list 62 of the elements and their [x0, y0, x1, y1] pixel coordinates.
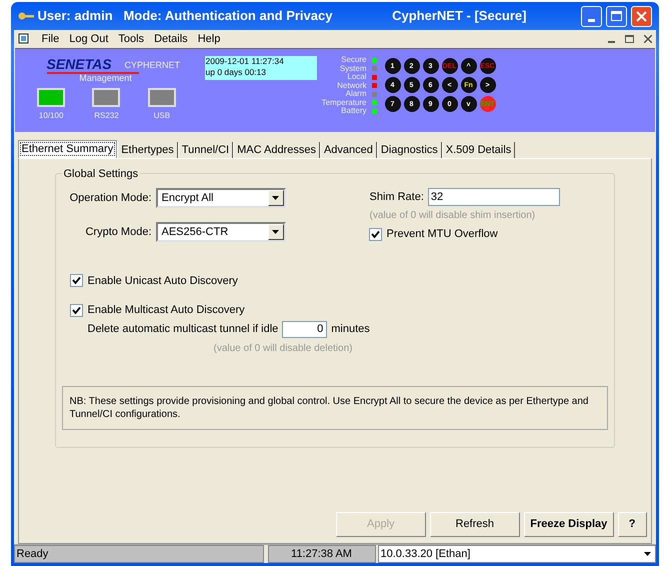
port-label: RS232 — [94, 110, 119, 122]
note-text: NB: These settings provide provisioning and global control. Use Encrypt All to secure the device as per Ethertype and Tunnel/CI configurations. — [70, 396, 588, 420]
port-label: 10/100 — [38, 110, 64, 122]
tab[interactable]: Tunnel/CI — [178, 142, 234, 158]
status-label: Temperature — [322, 98, 366, 107]
close-button[interactable] — [630, 6, 652, 26]
field-label: Crypto Mode: — [84, 224, 152, 240]
menu-item[interactable]: Log Out — [69, 30, 108, 48]
clock-text: up 0 days 00:13 — [206, 67, 267, 78]
device-dropdown[interactable]: 10.0.33.20 [Ethan] — [378, 545, 656, 563]
idle-minutes-field[interactable]: 0 — [282, 320, 328, 338]
checkbox-label: Prevent MTU Overflow — [386, 227, 498, 242]
checkbox-label: Enable Unicast Auto Discovery — [88, 274, 238, 288]
tab[interactable]: Ethernet Summary — [18, 140, 118, 158]
checkbox[interactable] — [70, 304, 82, 317]
status-time: 11:27:38 AM — [268, 545, 376, 563]
checkbox[interactable] — [368, 228, 382, 241]
unit-label: minutes — [331, 322, 370, 337]
mdi-restore-icon[interactable] — [624, 35, 634, 43]
action-button[interactable]: ? — [618, 512, 646, 537]
key-icon — [18, 11, 34, 21]
port-label: USB — [154, 110, 170, 122]
action-button[interactable]: Freeze Display — [524, 512, 614, 537]
field-label: Operation Mode: — [70, 190, 152, 206]
window-title: User: admin Mode: Authentication and Privacy — [38, 7, 332, 26]
maximize-button[interactable] — [606, 6, 626, 26]
tab[interactable]: X.509 Details — [442, 142, 516, 158]
clock-text: 2009-12-01 11:27:34 — [206, 56, 285, 67]
status-message: Ready — [14, 545, 264, 563]
status-label: Alarm — [346, 90, 366, 98]
menu-item[interactable]: File — [42, 30, 60, 48]
tab[interactable]: Advanced — [320, 142, 377, 158]
crypto-mode-dropdown[interactable]: AES256-CTR — [156, 222, 286, 242]
document-icon — [18, 33, 32, 45]
menu-item[interactable]: Tools — [118, 30, 144, 48]
menu-item[interactable]: Details — [154, 30, 188, 48]
status-label: Local — [347, 73, 366, 82]
menu-item[interactable]: Help — [198, 30, 220, 48]
operation-mode-dropdown[interactable]: Encrypt All — [156, 188, 286, 208]
group-title: Global Settings — [62, 166, 140, 182]
status-label: System — [340, 64, 366, 73]
shim-rate-field[interactable]: 32 — [428, 188, 560, 206]
checkbox[interactable] — [70, 274, 82, 288]
tab[interactable]: Diagnostics — [376, 142, 442, 158]
field-label: Delete automatic multicast tunnel if idle — [88, 322, 278, 337]
management-label: Management — [78, 72, 133, 85]
minimize-button[interactable] — [580, 6, 602, 26]
close-icon — [636, 10, 646, 22]
field-label: Shim Rate: — [370, 190, 424, 205]
status-label: Network — [337, 82, 366, 90]
tab[interactable]: MAC Addresses — [233, 142, 320, 158]
hint-text: (value of 0 will disable shim insertion) — [370, 209, 536, 223]
status-label: Secure — [341, 56, 366, 64]
status-label: Battery — [341, 107, 366, 116]
mdi-close-icon[interactable] — [644, 35, 652, 43]
tab[interactable]: Ethertypes — [117, 142, 178, 158]
checkbox-label: Enable Multicast Auto Discovery — [88, 303, 245, 318]
dropdown-arrow-icon — [644, 552, 650, 556]
app-title: CypherNET - [Secure] — [392, 7, 526, 26]
action-button[interactable]: Refresh — [430, 512, 520, 537]
hint-text: (value of 0 will disable deletion) — [214, 342, 352, 354]
mdi-minimize-icon[interactable] — [608, 41, 614, 43]
